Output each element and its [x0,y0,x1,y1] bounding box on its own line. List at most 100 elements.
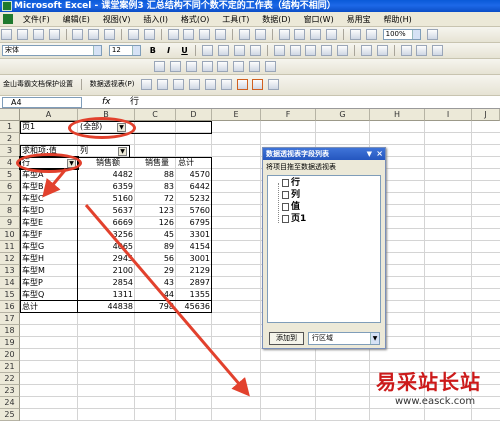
toolbar-icon-h[interactable] [265,61,276,72]
align-left-icon[interactable] [202,45,214,56]
menu-data[interactable]: 数据(D) [257,12,295,26]
open-icon[interactable] [16,29,28,40]
field-icon [282,202,289,211]
annotation-arrow-short [42,168,68,198]
excel-app-icon [2,1,12,11]
spelling-icon[interactable] [127,29,139,40]
menu-easy[interactable]: 易用宝 [342,12,376,26]
excel-doc-icon[interactable] [3,14,13,24]
help-icon[interactable] [426,29,438,40]
increase-decimal-icon[interactable] [321,45,333,56]
menu-view[interactable]: 视图(V) [98,12,136,26]
menu-format[interactable]: 格式(O) [176,12,215,26]
formula-input[interactable]: 行 [130,96,139,109]
undo-icon[interactable] [238,29,250,40]
increase-indent-icon[interactable] [376,45,388,56]
toolbar-icon-e[interactable] [217,61,229,72]
annotation-arrow-long [84,204,250,397]
pane-menu-icon[interactable]: ▼ [367,148,372,160]
paste-icon[interactable] [199,29,211,40]
preview-icon[interactable] [104,29,116,40]
permission-icon[interactable] [48,29,60,40]
menu-window[interactable]: 窗口(W) [299,12,339,26]
window-title: Microsoft Excel - 课堂案例3 汇总结构不同个数不定的工作表（结… [14,1,336,11]
align-center-icon[interactable] [218,45,230,56]
area-select[interactable]: 行区域 ▼ [308,332,380,345]
add-to-button[interactable]: 添加到 [269,332,304,345]
extra-toolbar [0,59,500,75]
menu-tools[interactable]: 工具(T) [217,12,254,26]
zoom-select[interactable]: 100% [382,29,421,40]
hyperlink-icon[interactable] [278,29,290,40]
fx-icon[interactable]: fx [102,96,111,109]
toolbar-icon-a[interactable] [153,61,165,72]
print-icon[interactable] [88,29,100,40]
pivot-field-list-pane[interactable]: 数据透视表字段列表 ▼ × 将项目拖至数据透视表 行 列 值 页1 添加到 行区… [262,147,386,349]
decrease-indent-icon[interactable] [360,45,372,56]
new-icon[interactable] [1,29,12,40]
autosum-icon[interactable] [294,29,306,40]
underline-button[interactable]: U [179,45,191,56]
research-icon[interactable] [143,29,155,40]
title-bar: Microsoft Excel - 课堂案例3 汇总结构不同个数不定的工作表（结… [0,0,500,12]
chart-icon[interactable] [157,79,169,90]
pane-title-bar[interactable]: 数据透视表字段列表 ▼ × [263,148,385,160]
field-item-page[interactable]: 页1 [282,214,306,225]
toolbar-icon-c[interactable] [185,61,197,72]
watermark-url: www.easck.com [395,396,476,407]
email-icon[interactable] [72,29,84,40]
toolbar-icon-b[interactable] [169,61,181,72]
field-icon [282,178,289,187]
menu-bar: 文件(F) 编辑(E) 视图(V) 插入(I) 格式(O) 工具(T) 数据(D… [0,12,500,27]
drawing-icon[interactable] [365,29,377,40]
copy-icon[interactable] [183,29,195,40]
redo-icon[interactable] [254,29,266,40]
pane-title: 数据透视表字段列表 [266,150,329,158]
toolbar-icon-g[interactable] [249,61,261,72]
currency-icon[interactable] [273,45,285,56]
refresh-icon[interactable] [204,79,216,90]
field-list: 行 列 值 页1 [267,175,381,323]
menu-help[interactable]: 帮助(H) [378,12,416,26]
format-report-icon[interactable] [141,79,153,90]
field-item-row[interactable]: 行 [282,178,300,189]
field-list-icon[interactable] [252,79,264,90]
toggle-icon[interactable] [268,79,280,90]
format-painter-icon[interactable] [215,29,227,40]
menu-insert[interactable]: 插入(I) [138,12,173,26]
sort-asc-icon[interactable] [310,29,322,40]
formula-bar: A4 fx 行 [0,96,500,109]
hide-detail-icon[interactable] [173,79,185,90]
italic-button[interactable]: I [163,45,175,56]
chart-wizard-icon[interactable] [349,29,361,40]
comma-icon[interactable] [305,45,317,56]
font-color-icon[interactable] [432,45,444,56]
close-icon[interactable]: × [376,148,383,160]
addin-label[interactable]: 金山毒霸文档保护设置 [0,75,76,94]
menu-edit[interactable]: 编辑(E) [58,12,95,26]
pivot-table-menu[interactable]: 数据透视表(P) [87,75,138,94]
fill-color-icon[interactable] [416,45,428,56]
toolbar-icon-d[interactable] [201,61,213,72]
align-right-icon[interactable] [234,45,245,56]
font-name-select[interactable]: 宋体 [2,45,102,56]
field-item-col[interactable]: 列 [282,190,300,201]
menu-file[interactable]: 文件(F) [18,12,55,26]
merge-center-icon[interactable] [249,45,261,56]
font-size-select[interactable]: 12 [108,45,141,56]
name-box[interactable]: A4 [2,97,82,108]
cut-icon[interactable] [167,29,179,40]
field-settings-icon[interactable] [236,79,248,90]
sort-desc-icon[interactable] [326,29,338,40]
decrease-decimal-icon[interactable] [337,45,349,56]
chevron-down-icon[interactable]: ▼ [370,333,379,344]
pivot-toolbar: 金山毒霸文档保护设置 数据透视表(P) [0,75,500,96]
show-detail-icon[interactable] [188,79,200,90]
borders-icon[interactable] [400,45,412,56]
percent-icon[interactable] [289,45,301,56]
toolbar-icon-f[interactable] [233,61,245,72]
field-item-value[interactable]: 值 [282,202,300,213]
totals-icon[interactable] [220,79,232,90]
bold-button[interactable]: B [147,45,159,56]
save-icon[interactable] [32,29,44,40]
